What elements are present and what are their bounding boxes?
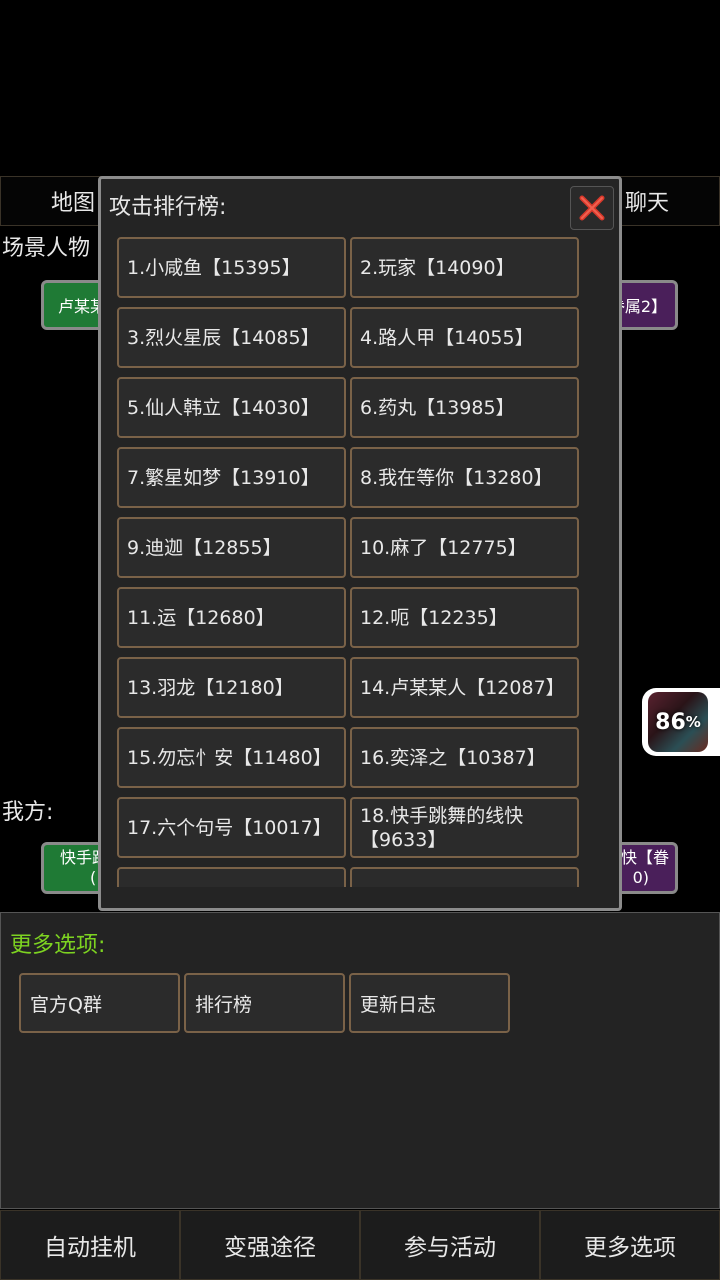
- rank-item[interactable]: 8.我在等你【13280】: [350, 447, 579, 508]
- more-options-title: 更多选项:: [10, 933, 106, 958]
- rank-item[interactable]: 2.玩家【14090】: [350, 237, 579, 298]
- rank-item[interactable]: 1.小咸鱼【15395】: [117, 237, 346, 298]
- close-icon: [579, 195, 605, 221]
- nav-more-options[interactable]: 更多选项: [540, 1210, 720, 1280]
- rank-item[interactable]: 7.繁星如梦【13910】: [117, 447, 346, 508]
- rank-item[interactable]: 13.羽龙【12180】: [117, 657, 346, 718]
- bottom-nav: 自动挂机 变强途径 参与活动 更多选项: [0, 1210, 720, 1280]
- rank-item[interactable]: 18.快手跳舞的线快【9633】: [350, 797, 579, 858]
- dialog-title: 攻击排行榜:: [109, 195, 227, 220]
- rank-item[interactable]: 19.哈哈哈哈楼: [117, 867, 346, 887]
- rank-item[interactable]: 14.卢某某人【12087】: [350, 657, 579, 718]
- ranking-list[interactable]: 1.小咸鱼【15395】 2.玩家【14090】 3.烈火星辰【14085】 4…: [117, 237, 583, 887]
- our-character-sub: (: [90, 868, 97, 887]
- nav-events[interactable]: 参与活动: [360, 1210, 540, 1280]
- leaderboard-button[interactable]: 排行榜: [184, 973, 345, 1033]
- our-follower-sub: 0): [632, 868, 649, 887]
- chat-button[interactable]: 聊天: [610, 176, 720, 226]
- rank-item[interactable]: 9.迪迦【12855】: [117, 517, 346, 578]
- rank-item[interactable]: 5.仙人韩立【14030】: [117, 377, 346, 438]
- map-button[interactable]: 地图: [0, 176, 110, 226]
- rank-item[interactable]: 17.六个句号【10017】: [117, 797, 346, 858]
- nav-power-up[interactable]: 变强途径: [180, 1210, 360, 1280]
- progress-percent: 86%: [655, 709, 701, 735]
- more-options-panel: 更多选项: 官方Q群 排行榜 更新日志: [0, 912, 720, 1209]
- scene-people-label: 场景人物: [2, 236, 91, 261]
- rank-item[interactable]: 10.麻了【12775】: [350, 517, 579, 578]
- rank-item[interactable]: 6.药丸【13985】: [350, 377, 579, 438]
- rank-item[interactable]: 4.路人甲【14055】: [350, 307, 579, 368]
- official-qq-group-button[interactable]: 官方Q群: [19, 973, 180, 1033]
- rank-item[interactable]: 20.万古逼帝李七夜: [350, 867, 579, 887]
- rank-item[interactable]: 12.呃【12235】: [350, 587, 579, 648]
- close-button[interactable]: [570, 186, 614, 230]
- nav-auto-idle[interactable]: 自动挂机: [0, 1210, 180, 1280]
- rank-item[interactable]: 15.勿忘忄安【11480】: [117, 727, 346, 788]
- rank-item[interactable]: 16.奕泽之【10387】: [350, 727, 579, 788]
- rank-item[interactable]: 11.运【12680】: [117, 587, 346, 648]
- rank-item[interactable]: 3.烈火星辰【14085】: [117, 307, 346, 368]
- our-side-label: 我方:: [2, 800, 54, 825]
- update-log-button[interactable]: 更新日志: [349, 973, 510, 1033]
- attack-ranking-dialog: 攻击排行榜: 1.小咸鱼【15395】 2.玩家【14090】 3.烈火星辰【1…: [98, 176, 622, 911]
- floating-game-widget[interactable]: 86%: [642, 688, 720, 756]
